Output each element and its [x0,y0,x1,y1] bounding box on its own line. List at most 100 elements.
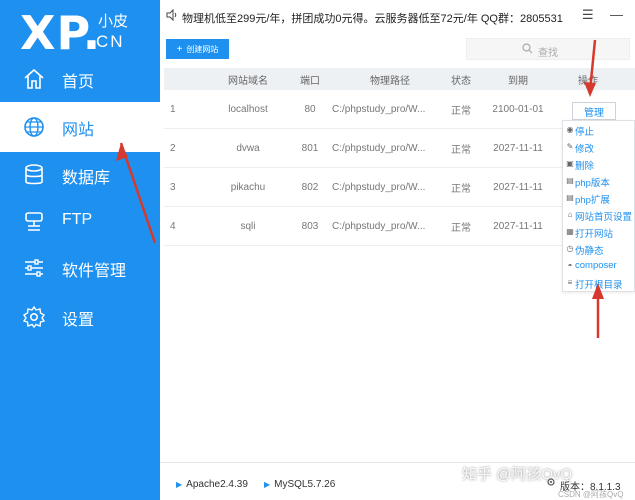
row-domain: sqli [240,220,256,232]
menu-item-open-root-dir[interactable]: ≡ 打开根目录 [563,275,635,292]
menu-item-label: 打开网站 [575,229,614,240]
homepage-icon: ⌂ [567,210,573,219]
play-icon: ▶ [264,480,271,489]
menu-item-homepage-settings[interactable]: ⌂ 网站首页设置 [563,207,635,224]
row-port: 803 [301,220,319,232]
menu-item-label: php版本 [575,178,610,189]
edit-icon: ✎ [566,142,574,151]
sidebar-item-website[interactable]: 网站 [0,102,160,152]
menu-item-open-website[interactable]: ▦ 打开网站 [563,224,635,241]
database-icon [25,164,43,185]
plus-icon: + [176,43,183,55]
sidebar-item-ftp[interactable]: FTP [0,197,160,247]
folder-icon: ≡ [567,278,573,287]
row-domain: localhost [228,103,268,115]
row-port: 801 [301,142,319,154]
menu-item-php-version[interactable]: ▤ php版本 [563,173,635,190]
menu-item-composer[interactable]: ◓ composer [563,258,635,275]
menu-item-stop[interactable]: ◉ 停止 [563,122,635,139]
row-id: 3 [170,181,176,193]
minimize-button[interactable]: — [610,7,623,22]
row-id: 4 [170,220,176,232]
menu-item-label: 打开根目录 [575,280,623,291]
menu-icon[interactable]: ☰ [582,7,594,23]
service-label: MySQL5.7.26 [274,479,336,490]
settings-gear-icon [547,478,555,486]
search-input[interactable]: 查找 [466,38,630,60]
header-path: 物理路径 [370,75,410,87]
status-bar: ▶ Apache2.4.39 ▶ MySQL5.7.26 知乎 @阿孩QvQ 版本：… [160,462,635,500]
logo-cn-bottom: CN [96,32,125,51]
service-label: Apache2.4.39 [186,479,248,490]
search-placeholder: 查找 [538,48,558,59]
sidebar-item-label: FTP [62,211,93,228]
header-domain: 网站域名 [228,75,268,87]
server-icon [25,212,43,231]
manage-button[interactable]: 管理 [572,102,616,120]
row-port: 802 [301,181,319,193]
service-apache[interactable]: ▶ Apache2.4.39 [176,479,248,490]
row-status: 正常 [451,105,471,117]
sidebar-item-software[interactable]: 软件管理 [0,243,160,293]
header-port: 端口 [300,75,320,87]
row-expire: 2100-01-01 [492,103,544,115]
stop-icon: ◉ [566,125,574,134]
create-website-label: 创建网站 [186,44,219,54]
row-path: C:/phpstudy_pro/W... [332,103,426,115]
header-expire: 到期 [508,75,528,87]
sidebar: XP. 小皮 CN 首页 网站 数据库 FTP 软件管理 设置 [0,0,160,500]
menu-item-edit[interactable]: ✎ 修改 [563,139,635,156]
menu-item-label: composer [575,260,617,271]
sidebar-item-settings[interactable]: 设置 [0,292,160,342]
sidebar-item-label: 数据库 [62,170,111,187]
row-domain: dvwa [236,142,260,154]
globe-icon [24,117,44,137]
menu-item-label: 修改 [575,144,595,155]
row-port: 80 [304,103,316,115]
menu-item-label: 删除 [575,161,595,172]
sidebar-item-label: 首页 [62,74,95,91]
logo-cn-top: 小皮 [98,13,129,30]
search-icon [522,43,533,54]
logo-xp: XP. [20,6,102,60]
header-status: 状态 [451,75,471,87]
row-path: C:/phpstudy_pro/W... [332,220,426,232]
watermark-sub: CSDN @阿孩QvQ [558,490,624,499]
row-id: 1 [170,103,176,115]
row-expire: 2027-11-11 [493,181,543,193]
row-status: 正常 [451,222,471,234]
menu-item-label: 停止 [575,127,595,138]
menu-item-rewrite[interactable]: ◷ 伪静态 [563,241,635,258]
create-website-button[interactable]: + 创建网站 [166,39,229,59]
php-icon: ▤ [566,176,574,185]
row-domain: pikachu [230,181,266,193]
row-path: C:/phpstudy_pro/W... [332,142,426,154]
rewrite-icon: ◷ [566,244,574,253]
menu-item-php-extension[interactable]: ▤ php扩展 [563,190,635,207]
table-header: 网站域名 端口 物理路径 状态 到期 操作 [164,68,635,90]
menu-item-delete[interactable]: ▣ 删除 [563,156,635,173]
sidebar-item-label: 网站 [62,122,95,139]
extension-icon: ▤ [566,193,574,202]
row-expire: 2027-11-11 [493,220,543,232]
sidebar-item-label: 软件管理 [62,263,127,280]
row-status: 正常 [451,183,471,195]
row-status: 正常 [451,144,471,156]
manage-dropdown-menu: ◉ 停止 ✎ 修改 ▣ 删除 ▤ php版本 ▤ php扩展 ⌂ 网站首页设置 ▦ 打开网站 … [562,120,635,292]
row-path: C:/phpstudy_pro/W... [332,181,426,193]
promo-notice[interactable]: 物理机低至299元/年，拼团成功0元得。云服务器低至72元/年 QQ群：2805… [182,10,563,26]
speaker-icon [166,9,177,21]
menu-item-label: php扩展 [575,195,610,206]
header-op: 操作 [578,75,598,87]
menu-item-label: 网站首页设置 [575,212,633,223]
composer-icon: ◓ [567,261,573,270]
sidebar-item-database[interactable]: 数据库 [0,150,160,200]
home-icon [24,68,44,89]
menu-item-label: 伪静态 [575,246,604,257]
sidebar-item-home[interactable]: 首页 [0,54,160,104]
top-notice-bar: 物理机低至299元/年，拼团成功0元得。云服务器低至72元/年 QQ群：2805… [160,0,635,32]
sidebar-item-label: 设置 [62,312,95,329]
row-id: 2 [170,142,176,154]
service-mysql[interactable]: ▶ MySQL5.7.26 [264,479,335,490]
row-expire: 2027-11-11 [493,142,543,154]
